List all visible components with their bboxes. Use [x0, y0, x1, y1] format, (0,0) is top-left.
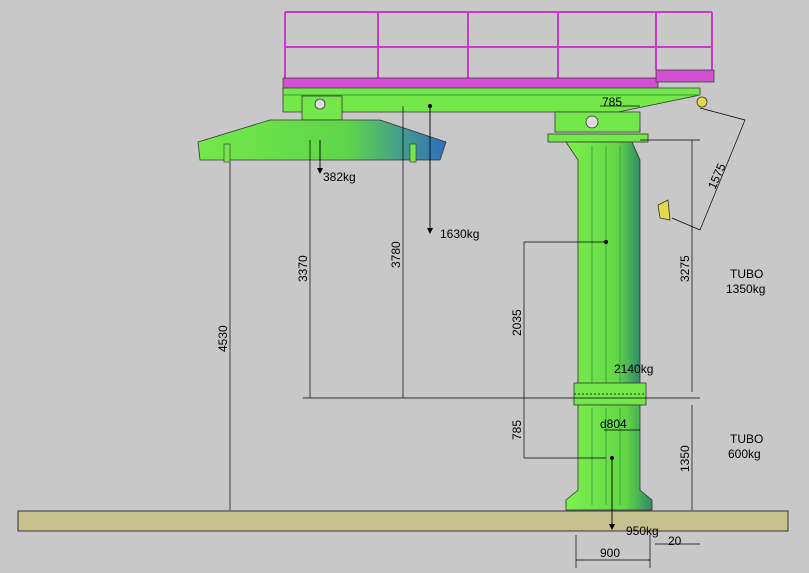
deck-edge — [655, 69, 715, 83]
dim-20: 20 — [668, 534, 682, 548]
railing — [284, 11, 713, 82]
tube-lower-name: TUBO — [730, 432, 763, 446]
load-1630: 1630kg — [440, 227, 479, 241]
dim-3275: 3275 — [678, 255, 692, 282]
dim-d804: d804 — [600, 417, 627, 431]
slew-pin — [585, 115, 599, 129]
dim-3780: 3780 — [389, 241, 403, 268]
load-382: 382kg — [323, 170, 356, 184]
tube-upper-weight: 1350kg — [726, 282, 765, 296]
hook-top — [696, 96, 708, 108]
tube-upper-name: TUBO — [730, 267, 763, 281]
pivot-pin — [314, 98, 326, 110]
counterweight-box — [197, 119, 447, 161]
dim-785-top: 785 — [602, 95, 622, 109]
load-2140: 2140kg — [614, 362, 653, 376]
upper-column — [565, 141, 641, 386]
column-flange — [547, 133, 649, 143]
dim-2035: 2035 — [510, 309, 524, 336]
main-beam — [282, 87, 701, 113]
floor-slab — [17, 510, 789, 532]
drawing-canvas: 382kg 1630kg 2140kg 950kg TUBO 1350kg TU… — [17, 11, 789, 568]
dim-3370: 3370 — [296, 255, 310, 282]
dim-1575: 1575 — [705, 161, 729, 191]
dim-1350: 1350 — [678, 445, 692, 472]
hook-mid — [657, 199, 671, 221]
dim-4530: 4530 — [216, 325, 230, 352]
dim-785-lower: 785 — [510, 420, 524, 440]
load-950: 950kg — [626, 524, 659, 538]
crane-drawing: 382kg 1630kg 2140kg 950kg TUBO 1350kg TU… — [0, 0, 809, 573]
dim-900: 900 — [600, 546, 620, 560]
dimension-lines — [229, 105, 746, 568]
load-arrows — [319, 106, 613, 528]
tube-lower-weight: 600kg — [728, 447, 761, 461]
